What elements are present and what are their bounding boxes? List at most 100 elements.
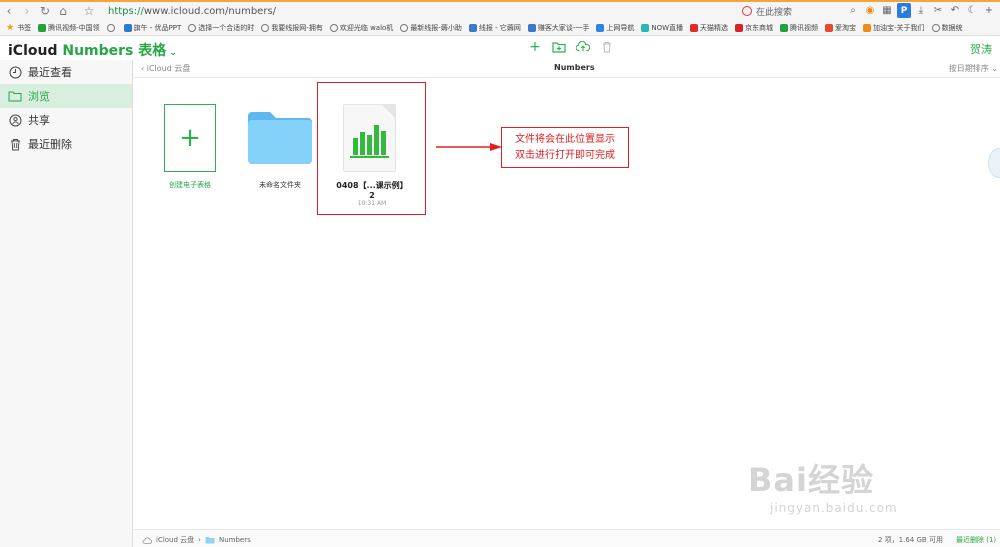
grid-icon[interactable]: ▦ <box>880 3 894 18</box>
bookmark-label: 腾讯视频 <box>790 23 819 32</box>
download-icon[interactable]: ⤓ <box>914 3 928 18</box>
bookmark-item[interactable]: 腾讯视频 <box>780 23 818 33</box>
trash-icon <box>8 137 22 151</box>
bookmark-item[interactable] <box>106 23 117 32</box>
p-badge-icon[interactable]: P <box>897 3 911 18</box>
search-icon[interactable]: ⌕ <box>846 3 860 18</box>
bookmark-item[interactable]: 加油宝-关于我们 <box>863 23 925 33</box>
browser-header: ‹ iCloud 云盘 Numbers 按日期排序 ⌄ <box>134 60 1000 78</box>
bookmark-label: 赚客大家谈-一手 <box>537 23 590 32</box>
floating-widget[interactable] <box>988 148 1000 178</box>
bookmark-item[interactable]: 天猫精选 <box>690 23 728 33</box>
browser-toolbar: ‹ › ↻ ⌂ ☆ https://www.icloud.com/numbers… <box>0 2 1000 20</box>
bookmark-star-icon[interactable]: ☆ <box>80 2 98 20</box>
cloud-icon <box>142 536 152 544</box>
bookmark-item[interactable]: 旗午 - 优品PPT <box>123 23 182 33</box>
new-folder-icon[interactable] <box>552 40 566 54</box>
bookmark-label: 旗午 - 优品PPT <box>133 23 182 32</box>
bookmark-item[interactable]: 线报 - 它薅网 <box>468 23 521 33</box>
sort-label: 按日期排序 <box>948 64 989 73</box>
sidebar-item-label: 浏览 <box>28 90 50 103</box>
baidu-watermark: Bai经验 jingyan.baidu.com <box>748 455 898 515</box>
upload-icon[interactable] <box>576 40 590 54</box>
forward-icon[interactable]: › <box>18 2 36 20</box>
browser-right-tools: ⌕ ◉ ▦ P ⤓ ✂ ↶ ☾ + ≡ <box>846 3 1000 18</box>
bookmarks-star-icon: ★ <box>6 22 15 33</box>
delete-icon[interactable] <box>600 40 614 54</box>
app-title-prefix: iCloud <box>8 43 63 59</box>
spreadsheet-file-name: 0408【...课示例】 2 <box>322 181 422 201</box>
user-name: 贺涛 <box>970 43 992 56</box>
bookmark-item[interactable]: 上网导航 <box>596 23 634 33</box>
back-to-icloud-drive[interactable]: ‹ iCloud 云盘 <box>141 63 190 74</box>
bookmark-item[interactable]: 我要线报网-拥有 <box>261 23 323 33</box>
doc-icon <box>468 23 477 32</box>
bookmarks-label[interactable]: 书签 <box>17 23 31 33</box>
bookmark-item[interactable]: 选择一个合适的时 <box>188 23 254 33</box>
video-icon <box>780 23 789 32</box>
bookmark-item[interactable]: 最新线报-薅小助 <box>400 23 462 33</box>
home-icon[interactable]: ⌂ <box>54 2 72 20</box>
folder-icon <box>248 112 312 164</box>
folder-tile[interactable] <box>246 110 314 166</box>
bookmarks-bar: ★ 书签 腾讯视频-中国领 旗午 - 优品PPT 选择一个合适的时 我要线报网-拥有 欢… <box>0 20 1000 36</box>
url-text: www.icloud.com/numbers/ <box>143 5 277 17</box>
sidebar-item-browse[interactable]: 浏览 <box>0 84 132 108</box>
video-icon <box>38 23 47 32</box>
folder-icon <box>205 537 215 544</box>
bookmark-item[interactable]: 数据统 <box>931 23 963 33</box>
sort-menu[interactable]: 按日期排序 ⌄ <box>949 63 998 74</box>
folder-label: 未命名文件夹 <box>259 181 301 189</box>
storage-status: 2 项，1.64 GB 可用 <box>878 536 943 544</box>
numbers-chart-icon <box>350 105 396 158</box>
footer-root[interactable]: iCloud 云盘 <box>156 535 194 545</box>
back-icon[interactable]: ‹ <box>0 2 18 20</box>
bookmark-label: 我要线报网-拥有 <box>271 23 323 32</box>
game-icon[interactable]: ◉ <box>863 3 877 18</box>
bookmark-label: 最新线报-薅小助 <box>410 23 462 32</box>
undo-icon[interactable]: ↶ <box>948 3 962 18</box>
sidebar-item-shared[interactable]: 共享 <box>0 108 132 132</box>
scissors-icon[interactable]: ✂ <box>931 3 945 18</box>
chat-icon <box>527 23 536 32</box>
spreadsheet-file[interactable] <box>343 104 396 172</box>
back-label: iCloud 云盘 <box>146 64 191 73</box>
new-tab-icon[interactable]: + <box>982 3 996 18</box>
bookmark-item[interactable]: NOW直播 <box>641 23 683 33</box>
sidebar-item-label: 最近删除 <box>28 138 72 151</box>
add-icon[interactable]: + <box>528 39 542 55</box>
reload-icon[interactable]: ↻ <box>36 2 54 20</box>
annotation-callout: 文件将会在此位置显示 双击进行打开即可完成 <box>501 127 629 168</box>
sidebar-item-recents[interactable]: 最近查看 <box>0 60 132 84</box>
recently-deleted-link[interactable]: 最近删除 (1) <box>956 535 996 545</box>
annotation-line1: 文件将会在此位置显示 <box>515 134 615 145</box>
annotation-line2: 双击进行打开即可完成 <box>515 150 615 161</box>
bookmark-label: 爱淘宝 <box>835 23 857 32</box>
create-spreadsheet-button[interactable]: + <box>164 104 216 172</box>
footer-sep: › <box>198 536 201 544</box>
bookmark-label: 加油宝-关于我们 <box>873 23 925 32</box>
bookmark-item[interactable]: 腾讯视频-中国领 <box>38 23 100 33</box>
address-bar[interactable]: https://www.icloud.com/numbers/ <box>108 3 728 19</box>
plus-icon: + <box>179 123 201 153</box>
browser-search-box[interactable]: 在此搜索 <box>742 3 837 19</box>
bookmark-item[interactable]: 爱淘宝 <box>825 23 856 33</box>
bookmark-item[interactable]: 欢迎光临 walo机 <box>329 23 393 33</box>
sidebar-item-recently-deleted[interactable]: 最近删除 <box>0 132 132 156</box>
bookmark-label: 上网导航 <box>606 23 635 32</box>
bookmark-item[interactable]: 京东商城 <box>735 23 773 33</box>
globe-icon <box>106 23 115 32</box>
globe-icon <box>400 23 409 32</box>
chevron-down-icon: ⌄ <box>166 48 177 58</box>
bookmark-label: 腾讯视频-中国领 <box>48 23 100 32</box>
jd-icon <box>735 23 744 32</box>
create-spreadsheet-label[interactable]: 创建电子表格 <box>150 180 230 190</box>
bookmark-item[interactable]: 赚客大家谈-一手 <box>527 23 590 33</box>
live-icon <box>641 23 650 32</box>
search-placeholder: 在此搜索 <box>756 7 793 18</box>
night-mode-icon[interactable]: ☾ <box>965 3 979 18</box>
file-actions-toolbar: + <box>528 39 614 55</box>
folder-icon <box>8 89 22 103</box>
clock-icon <box>8 65 22 79</box>
bookmark-label: 线报 - 它薅网 <box>478 23 521 32</box>
